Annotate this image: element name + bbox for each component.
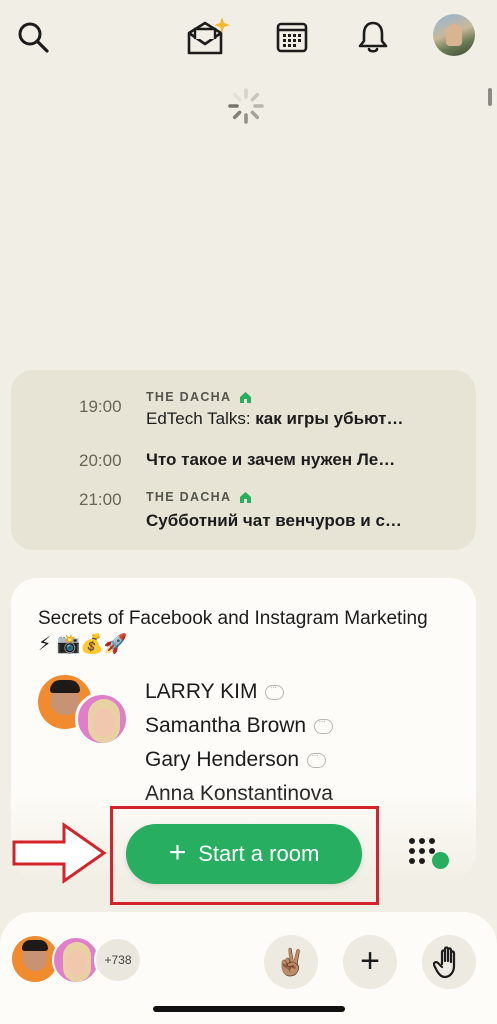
raise-hand-button[interactable] xyxy=(422,935,476,989)
home-indicator[interactable] xyxy=(153,1006,345,1012)
notifications-button[interactable] xyxy=(350,14,396,60)
club-house-icon xyxy=(240,491,252,503)
profile-avatar[interactable] xyxy=(433,14,475,56)
schedule-time: 21:00 xyxy=(79,490,122,509)
speaker-name: Gary Henderson xyxy=(145,748,327,772)
peace-hand-icon: ✌🏽 xyxy=(274,946,308,977)
raise-hand-icon xyxy=(433,946,456,979)
room-title: Secrets of Facebook and Instagram Market… xyxy=(38,608,428,655)
online-count-badge[interactable]: +738 xyxy=(94,937,142,983)
club-name: THE DACHA xyxy=(146,490,252,504)
backchannel-button[interactable] xyxy=(405,834,451,874)
calendar-button[interactable] xyxy=(269,14,315,60)
invite-envelope-icon xyxy=(187,17,230,55)
upcoming-schedule-card[interactable]: 19:00 THE DACHA EdTech Talks: как игры у… xyxy=(11,370,476,550)
add-button[interactable]: + xyxy=(343,935,397,989)
online-dot xyxy=(432,852,449,869)
speaker-avatar[interactable] xyxy=(75,692,129,746)
club-house-icon xyxy=(240,391,252,403)
start-room-label: Start a room xyxy=(198,841,320,866)
peace-wave-button[interactable]: ✌🏽 xyxy=(264,935,318,989)
search-icon xyxy=(18,22,49,53)
plus-icon: + xyxy=(168,835,187,869)
speaker-name: LARRY KIM xyxy=(145,680,285,704)
speaker-name: Samantha Brown xyxy=(145,714,334,738)
schedule-time: 20:00 xyxy=(79,451,122,470)
schedule-title: EdTech Talks: как игры убьют… xyxy=(146,409,404,428)
speaker-chat-bubble-icon xyxy=(265,682,285,700)
loading-spinner-icon xyxy=(228,88,264,124)
search-button[interactable] xyxy=(10,14,56,60)
schedule-time: 19:00 xyxy=(79,397,122,416)
schedule-title: Субботний чат венчуров и с… xyxy=(146,511,402,530)
bell-icon xyxy=(358,21,388,53)
start-room-button[interactable]: + Start a room xyxy=(126,824,362,884)
invite-button[interactable] xyxy=(184,14,230,60)
red-arrow-annotation-icon xyxy=(12,822,107,884)
online-friend-avatar[interactable] xyxy=(52,936,100,984)
schedule-title: Что такое и зачем нужен Ле… xyxy=(146,450,396,469)
plus-icon: + xyxy=(360,941,380,980)
calendar-icon xyxy=(276,22,308,53)
speaker-chat-bubble-icon xyxy=(307,750,327,768)
speaker-chat-bubble-icon xyxy=(314,716,334,734)
club-name: THE DACHA xyxy=(146,390,252,404)
scrollbar[interactable] xyxy=(488,88,492,106)
